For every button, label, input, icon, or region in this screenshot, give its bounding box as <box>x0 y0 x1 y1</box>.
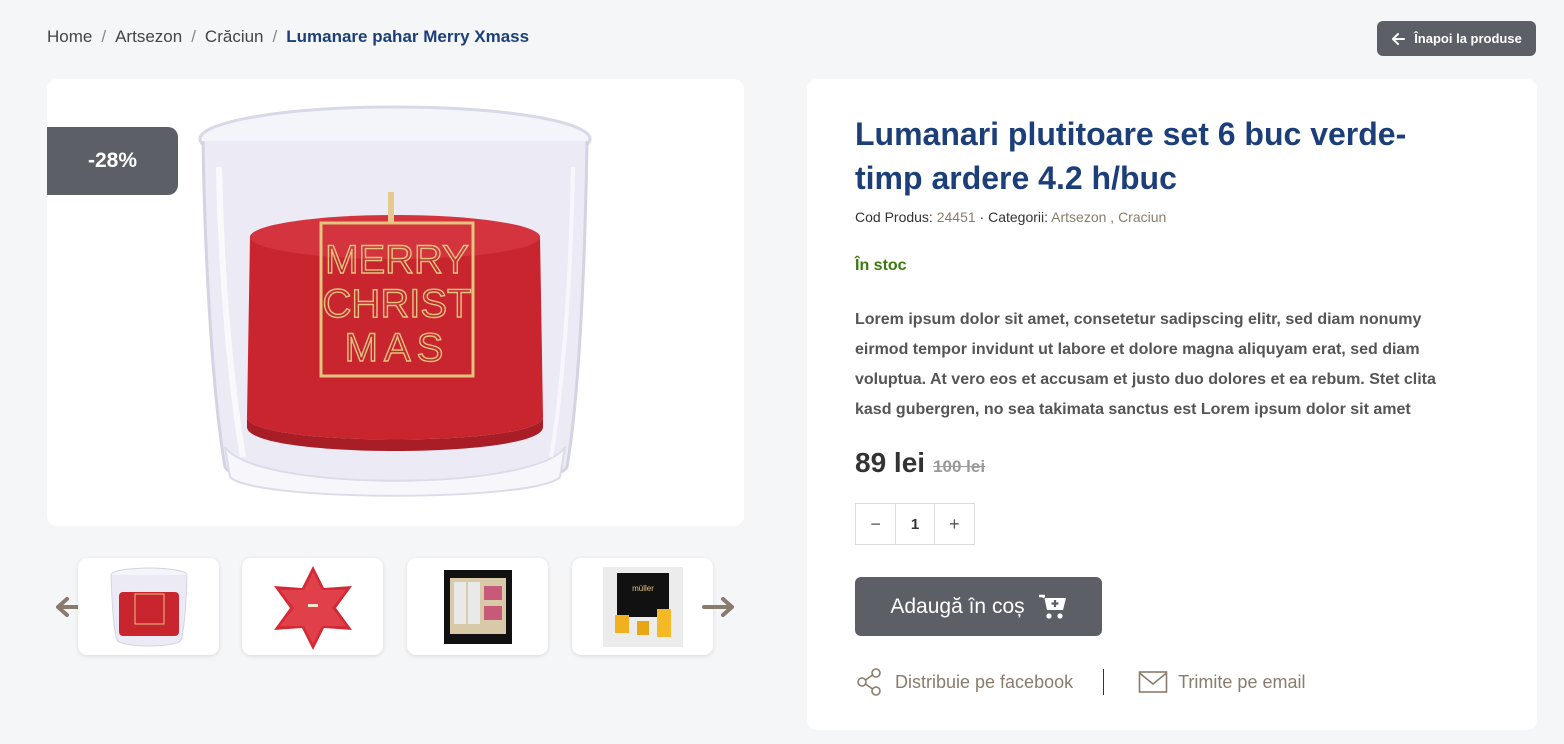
share-email-link[interactable]: Trimite pe email <box>1138 670 1305 694</box>
price-row: 89 lei 100 lei <box>855 447 985 479</box>
product-description: Lorem ipsum dolor sit amet, consetetur s… <box>855 311 1436 418</box>
breadcrumb-home[interactable]: Home <box>47 27 92 47</box>
candle-thumbnail-image <box>110 567 187 646</box>
breadcrumb: Home / Artsezon / Crăciun / Lumanare pah… <box>47 27 529 47</box>
thumbnail-candle-glass[interactable] <box>78 558 219 655</box>
quantity-increase-button[interactable]: + <box>935 504 974 544</box>
cart-plus-icon <box>1038 594 1066 619</box>
arrow-right-icon[interactable] <box>702 596 736 618</box>
current-price: 89 lei <box>855 447 926 478</box>
thumbnail-candle-set[interactable]: müller <box>572 558 713 655</box>
quantity-decrease-button[interactable]: − <box>856 504 895 544</box>
breadcrumb-separator: / <box>191 27 196 46</box>
breadcrumb-separator: / <box>272 27 278 46</box>
discount-badge: -28% <box>47 127 178 195</box>
thumbnail-gift-box[interactable] <box>407 558 548 655</box>
meta-separator: · <box>979 209 985 225</box>
candle-set-image: müller <box>602 566 683 647</box>
star-candle-image <box>273 565 352 650</box>
envelope-icon <box>1138 671 1168 693</box>
thumbnail-star-candle[interactable] <box>242 558 383 655</box>
categories-label: Categorii: <box>988 209 1049 225</box>
add-to-cart-label: Adaugă în coș <box>890 594 1025 618</box>
add-to-cart-button[interactable]: Adaugă în coș <box>855 577 1102 636</box>
gift-box-image <box>443 569 512 644</box>
share-email-label: Trimite pe email <box>1178 671 1306 692</box>
svg-text:müller: müller <box>632 584 654 593</box>
arrow-left-icon <box>1392 32 1406 45</box>
categories-links[interactable]: Artsezon , Craciun <box>1051 209 1166 225</box>
share-divider <box>1103 669 1105 695</box>
stock-status: În stoc <box>855 257 907 274</box>
product-info-card: Lumanari plutitoare set 6 buc verde-timp… <box>807 79 1537 730</box>
breadcrumb-separator: / <box>101 27 107 46</box>
old-price: 100 lei <box>933 457 986 476</box>
quantity-stepper: − 1 + <box>855 503 975 545</box>
product-meta: Cod Produs: 24451 · Categorii: Artsezon … <box>855 209 1166 225</box>
product-code-label: Cod Produs: <box>855 209 933 225</box>
candle-label-line-3: MAS <box>345 326 450 370</box>
product-code: 24451 <box>936 209 976 225</box>
back-button-label: Înapoi la produse <box>1414 31 1522 46</box>
breadcrumb-artsezon[interactable]: Artsezon <box>115 27 182 47</box>
candle-label-line-1: MERRY <box>325 238 469 282</box>
back-to-products-button[interactable]: Înapoi la produse <box>1377 21 1536 56</box>
product-image-card: MERRY CHRIST MAS -28% <box>47 79 744 526</box>
share-facebook-label: Distribuie pe facebook <box>895 671 1074 692</box>
share-icon <box>857 668 881 696</box>
thumbnail-carousel: müller <box>54 558 738 656</box>
quantity-input[interactable]: 1 <box>895 504 935 544</box>
candle-main-image[interactable]: MERRY CHRIST MAS <box>195 97 595 507</box>
share-facebook-link[interactable]: Distribuie pe facebook <box>855 667 1073 697</box>
share-row: Distribuie pe facebook Trimite pe email <box>855 667 1305 697</box>
breadcrumb-current: Lumanare pahar Merry Xmass <box>286 27 530 46</box>
product-title: Lumanari plutitoare set 6 buc verde-timp… <box>855 116 1407 196</box>
candle-label-line-2: CHRIST <box>323 282 472 326</box>
breadcrumb-craciun[interactable]: Crăciun <box>205 27 264 47</box>
